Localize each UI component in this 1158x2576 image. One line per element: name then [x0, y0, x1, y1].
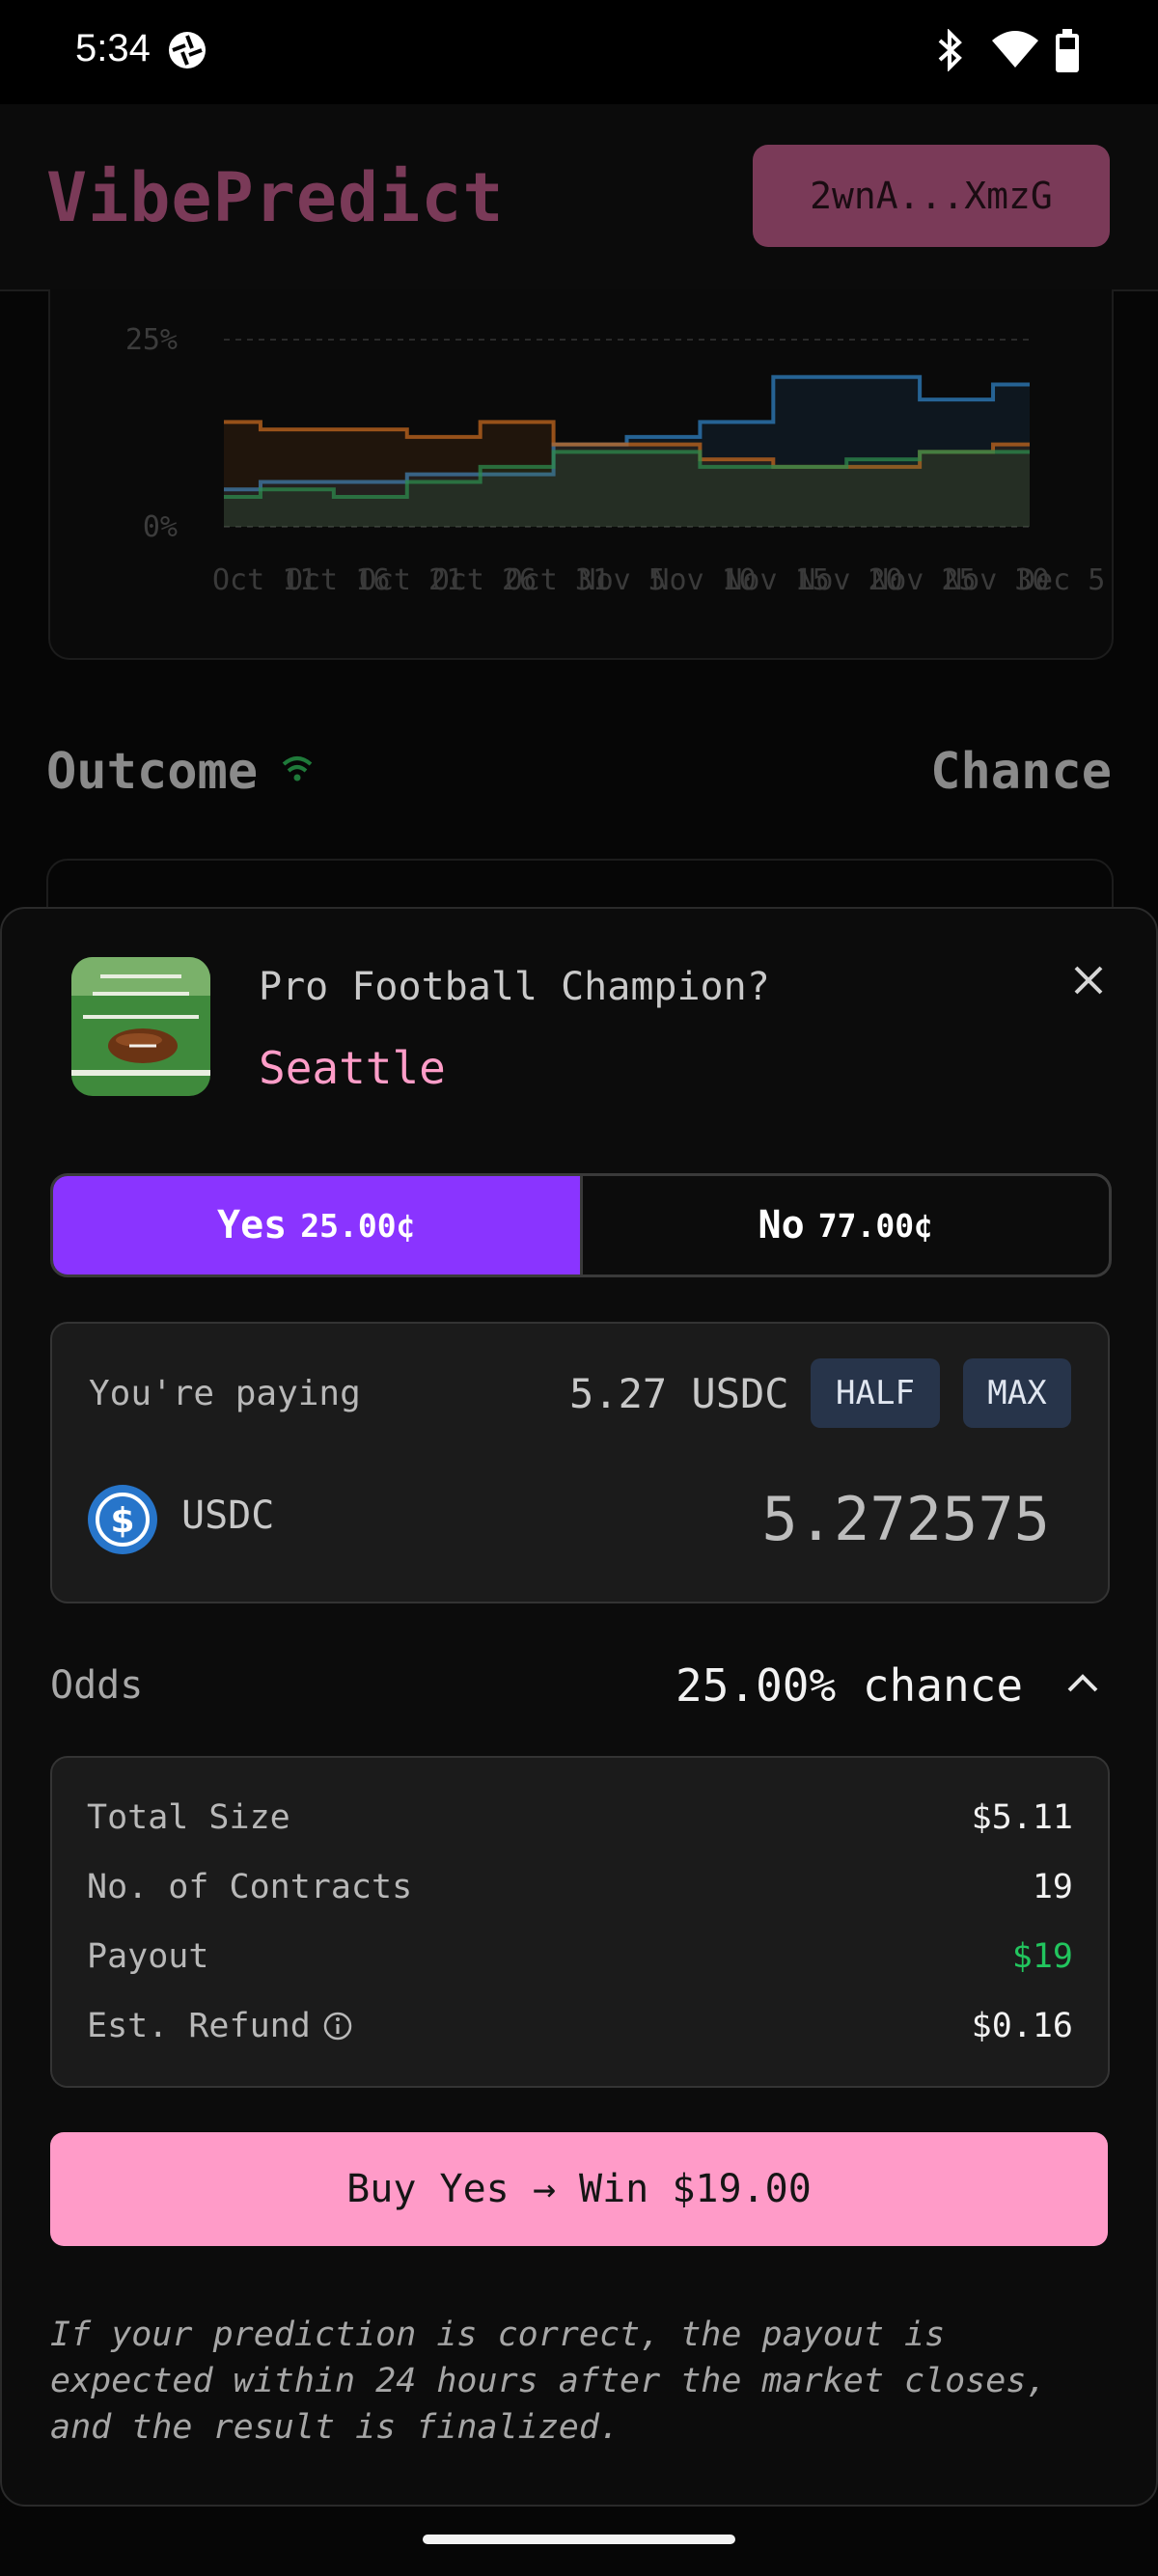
payment-card: You're paying 5.27 USDC HALF MAX $ USDC — [50, 1322, 1110, 1603]
detail-value: $5.11 — [971, 1798, 1073, 1837]
app-header: VibePredict 2wnA...XmzG — [0, 104, 1158, 291]
usdc-icon: $ — [87, 1484, 158, 1555]
market-image — [71, 957, 210, 1096]
order-details: Total Size $5.11 No. of Contracts 19 Pay… — [50, 1756, 1110, 2088]
outcome-header: Outcome — [46, 743, 259, 801]
odds-label: Odds — [50, 1663, 144, 1708]
detail-label: Total Size — [87, 1798, 290, 1837]
status-time: 5:34 — [75, 27, 151, 69]
brand-logo[interactable]: VibePredict — [46, 158, 505, 237]
market-question: Pro Football Champion? — [259, 965, 770, 1009]
detail-value: $0.16 — [971, 2007, 1073, 2045]
detail-label: No. of Contracts — [87, 1868, 413, 1906]
bluetooth-icon — [934, 28, 967, 75]
selected-outcome: Seattle — [259, 1042, 446, 1094]
amount-input[interactable] — [631, 1474, 1089, 1563]
x-tick-label: Dec 5 — [1018, 563, 1105, 597]
y-tick-label: 0% — [143, 510, 178, 544]
half-button[interactable]: HALF — [811, 1358, 940, 1428]
yes-option[interactable]: Yes 25.00¢ — [53, 1176, 580, 1274]
camera-shutter-icon — [166, 29, 208, 75]
yes-no-toggle: Yes 25.00¢ No 77.00¢ — [50, 1173, 1112, 1277]
price-chart: 25% 0% Oct 11 Oct 16 Oct 21 Oct 26 Oct 31 Nov 5… — [48, 289, 1114, 660]
chance-header: Chance — [930, 743, 1112, 801]
close-icon — [1074, 966, 1103, 995]
no-label: No — [758, 1203, 805, 1247]
detail-value: 19 — [1032, 1868, 1073, 1906]
live-signal-icon — [280, 753, 315, 789]
odds-value[interactable]: 25.00% chance — [676, 1659, 1023, 1712]
y-tick-label: 25% — [125, 323, 178, 357]
yes-price: 25.00¢ — [300, 1206, 416, 1245]
max-button[interactable]: MAX — [963, 1358, 1071, 1428]
svg-text:$: $ — [110, 1501, 134, 1541]
detail-row-total-size: Total Size $5.11 — [87, 1795, 1073, 1841]
detail-label: Payout — [87, 1937, 209, 1976]
detail-row-contracts: No. of Contracts 19 — [87, 1864, 1073, 1910]
wallet-button[interactable]: 2wnA...XmzG — [753, 145, 1110, 247]
no-price: 77.00¢ — [817, 1206, 933, 1245]
payout-value: $19 — [1011, 1937, 1073, 1976]
detail-row-payout: Payout $19 — [87, 1933, 1073, 1980]
status-bar: 5:34 — [0, 0, 1158, 104]
wifi-icon — [990, 29, 1040, 75]
buy-button[interactable]: Buy Yes → Win $19.00 — [50, 2132, 1108, 2246]
yes-label: Yes — [217, 1203, 288, 1247]
info-icon[interactable] — [322, 2011, 353, 2042]
paying-label: You're paying — [89, 1374, 361, 1413]
chart-canvas: 25%0%Oct 11Oct 16Oct 21Oct 26Oct 31Nov 5… — [125, 323, 1106, 597]
paying-amount: 5.27 USDC — [569, 1370, 789, 1417]
token-label: USDC — [181, 1494, 275, 1538]
close-button[interactable] — [1065, 957, 1112, 1003]
chevron-up-icon[interactable] — [1065, 1671, 1100, 1698]
detail-row-refund: Est. Refund $0.16 — [87, 2003, 1073, 2049]
home-indicator[interactable] — [423, 2535, 735, 2544]
battery-icon — [1054, 29, 1081, 77]
payout-disclaimer: If your prediction is correct, the payou… — [50, 2316, 1047, 2447]
refund-label-group: Est. Refund — [87, 2007, 353, 2045]
no-option[interactable]: No 77.00¢ — [579, 1176, 1110, 1274]
detail-label: Est. Refund — [87, 2007, 311, 2045]
